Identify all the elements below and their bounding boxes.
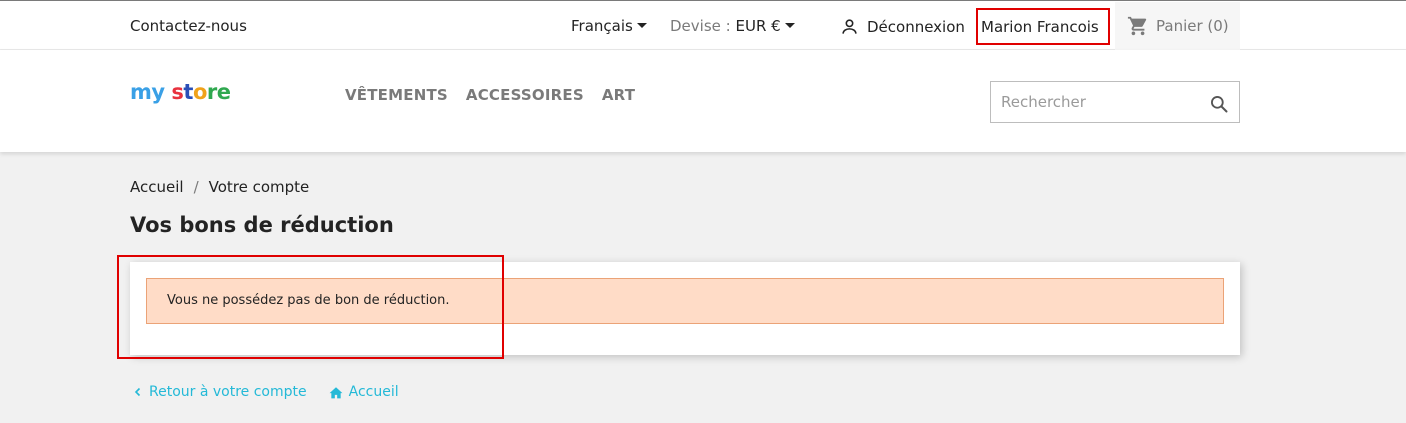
- breadcrumb: Accueil / Votre compte: [130, 178, 309, 196]
- breadcrumb-separator: /: [193, 178, 199, 196]
- contact-link[interactable]: Contactez-nous: [130, 17, 247, 35]
- back-to-account-label: Retour à votre compte: [149, 384, 307, 400]
- search-icon[interactable]: [1209, 94, 1229, 114]
- chevron-left-icon: [134, 387, 141, 397]
- currency-label: Devise :: [670, 17, 731, 35]
- caret-down-icon: [784, 22, 795, 28]
- search-box: [990, 81, 1240, 123]
- home-label: Accueil: [348, 384, 399, 400]
- logout-label: Déconnexion: [867, 17, 965, 36]
- menu-item-accessoires[interactable]: Accessoires: [466, 86, 584, 104]
- language-value: Français: [571, 17, 633, 35]
- logout-link[interactable]: Déconnexion: [840, 17, 965, 36]
- site-header: my store Vêtements Accessoires Art: [0, 50, 1406, 152]
- menu-item-art[interactable]: Art: [602, 86, 635, 104]
- currency-selector[interactable]: Devise : EUR €: [670, 17, 795, 35]
- menu-item-vetements[interactable]: Vêtements: [345, 86, 448, 104]
- cart-icon: [1127, 16, 1147, 36]
- warning-alert: Vous ne possédez pas de bon de réduction…: [146, 278, 1224, 324]
- search-input[interactable]: [991, 82, 1201, 122]
- account-footer-links: Retour à votre compte Accueil: [133, 384, 399, 400]
- breadcrumb-account[interactable]: Votre compte: [209, 178, 310, 196]
- store-logo[interactable]: my store: [130, 80, 231, 104]
- back-to-account-link[interactable]: Retour à votre compte: [133, 384, 307, 400]
- cart-label: Panier (0): [1156, 17, 1229, 35]
- caret-down-icon: [636, 22, 647, 28]
- page-title: Vos bons de réduction: [130, 213, 394, 237]
- home-icon: [329, 386, 343, 398]
- language-selector[interactable]: Français: [571, 17, 647, 35]
- person-icon: [842, 19, 857, 34]
- breadcrumb-home[interactable]: Accueil: [130, 178, 184, 196]
- content-card: Vous ne possédez pas de bon de réduction…: [130, 262, 1240, 355]
- cart-button[interactable]: Panier (0): [1115, 2, 1240, 50]
- main-menu: Vêtements Accessoires Art: [345, 86, 635, 104]
- account-name-link[interactable]: Marion Francois: [976, 8, 1110, 45]
- currency-value: EUR €: [735, 17, 781, 35]
- top-nav: Contactez-nous Français Devise : EUR € D…: [0, 0, 1406, 50]
- home-link[interactable]: Accueil: [329, 384, 399, 400]
